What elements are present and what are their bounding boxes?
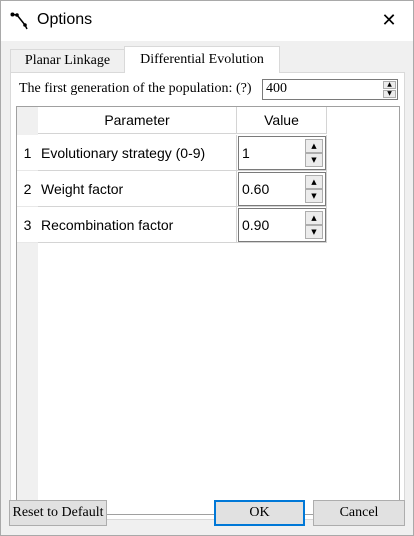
parameter-cell[interactable]: Weight factor <box>38 171 237 207</box>
row-number[interactable]: 1 <box>17 135 38 171</box>
value-cell[interactable]: 0.60 ▲ ▼ <box>237 171 327 207</box>
value-spin-arrows: ▲ ▼ <box>305 175 323 203</box>
reset-to-default-button[interactable]: Reset to Default <box>9 500 107 526</box>
dialog-body: Planar Linkage Differential Evolution Th… <box>1 41 413 535</box>
value-cell[interactable]: 1 ▲ ▼ <box>237 135 327 171</box>
spin-down-icon[interactable]: ▼ <box>305 153 323 167</box>
value-spin-arrows: ▲ ▼ <box>305 139 323 167</box>
spin-up-icon[interactable]: ▲ <box>305 139 323 153</box>
tab-planar-linkage[interactable]: Planar Linkage <box>10 49 125 72</box>
spin-up-icon[interactable]: ▲ <box>305 211 323 225</box>
spin-down-icon[interactable]: ▼ <box>305 225 323 239</box>
value-text[interactable]: 0.90 <box>242 217 269 233</box>
title-bar: Options ✕ <box>1 1 413 41</box>
row-number[interactable]: 2 <box>17 171 38 207</box>
value-text[interactable]: 1 <box>242 145 250 161</box>
value-spinbox[interactable]: 1 ▲ ▼ <box>238 136 326 170</box>
parameter-cell[interactable]: Evolutionary strategy (0-9) <box>38 135 237 171</box>
linkage-icon <box>10 12 28 30</box>
column-header-parameter[interactable]: Parameter <box>38 107 237 134</box>
value-spinbox[interactable]: 0.90 ▲ ▼ <box>238 208 326 242</box>
value-text[interactable]: 0.60 <box>242 181 269 197</box>
cancel-button[interactable]: Cancel <box>313 500 405 526</box>
close-icon[interactable]: ✕ <box>372 7 406 35</box>
spin-down-icon[interactable]: ▼ <box>305 189 323 203</box>
options-dialog: Options ✕ Planar Linkage Differential Ev… <box>0 0 414 536</box>
tab-differential-evolution[interactable]: Differential Evolution <box>124 46 280 73</box>
tab-panel: The first generation of the population: … <box>10 72 405 520</box>
population-spinbox[interactable]: 400 ▲ ▼ <box>262 79 398 100</box>
column-header-value[interactable]: Value <box>237 107 327 134</box>
value-spinbox[interactable]: 0.60 ▲ ▼ <box>238 172 326 206</box>
parameter-table: Parameter Value 1 Evolutionary strategy … <box>16 106 400 515</box>
row-number[interactable]: 3 <box>17 207 38 243</box>
population-value[interactable]: 400 <box>266 81 287 97</box>
parameter-cell[interactable]: Recombination factor <box>38 207 237 243</box>
ok-button[interactable]: OK <box>214 500 305 526</box>
population-label: The first generation of the population: … <box>19 81 252 96</box>
window-title: Options <box>37 11 93 28</box>
spin-down-icon[interactable]: ▼ <box>383 90 396 98</box>
value-cell[interactable]: 0.90 ▲ ▼ <box>237 207 327 243</box>
spin-up-icon[interactable]: ▲ <box>383 81 396 89</box>
population-spin-arrows: ▲ ▼ <box>383 81 396 98</box>
value-spin-arrows: ▲ ▼ <box>305 211 323 239</box>
spin-up-icon[interactable]: ▲ <box>305 175 323 189</box>
